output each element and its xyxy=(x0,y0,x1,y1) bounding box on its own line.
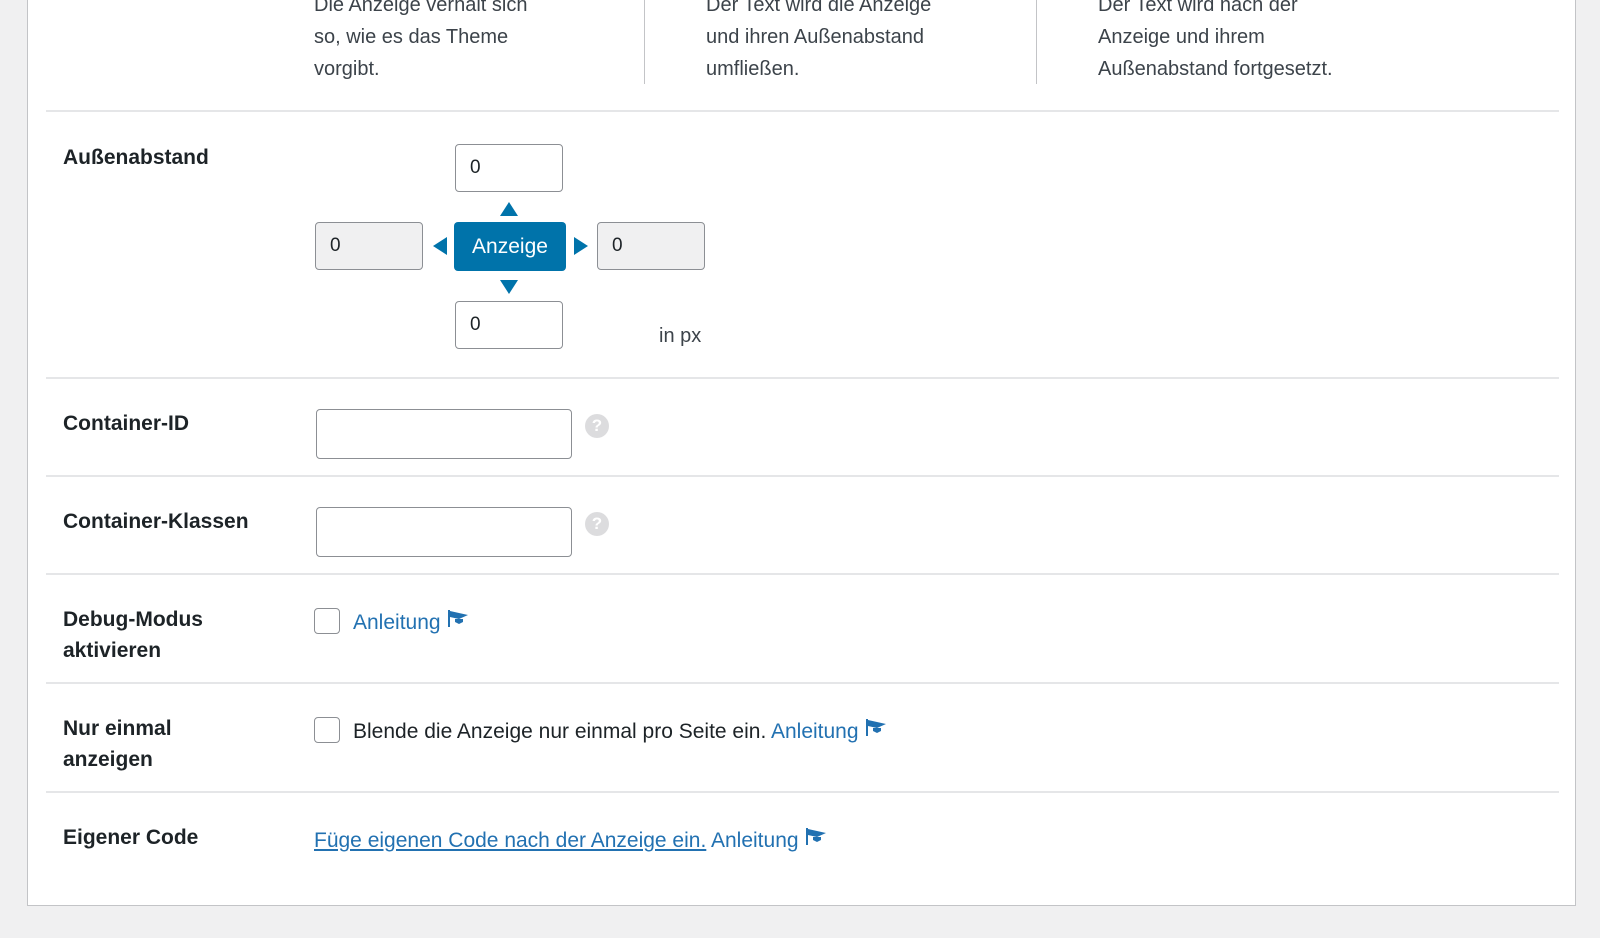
ad-settings-panel: Die Anzeige verhält sich so, wie es das … xyxy=(27,0,1576,906)
show-once-text: Blende die Anzeige nur einmal pro Seite … xyxy=(353,720,767,743)
debug-mode-checkbox[interactable] xyxy=(314,608,340,634)
row-divider xyxy=(46,682,1559,684)
margin-top-input[interactable]: 0 xyxy=(455,144,563,192)
container-id-input[interactable] xyxy=(316,409,572,459)
margin-right-input[interactable]: 0 xyxy=(597,222,705,270)
graduation-cap-icon xyxy=(865,715,887,745)
arrow-left-icon xyxy=(433,237,447,255)
container-classes-label: Container-Klassen xyxy=(63,510,249,533)
margin-label: Außenabstand xyxy=(63,146,209,169)
column-divider xyxy=(644,0,645,84)
show-once-checkbox[interactable] xyxy=(314,717,340,743)
arrow-up-icon xyxy=(500,202,518,216)
debug-mode-row: Anleitung xyxy=(353,606,469,638)
row-divider xyxy=(46,377,1559,379)
row-divider xyxy=(46,573,1559,575)
margin-bottom-input[interactable]: 0 xyxy=(455,301,563,349)
margin-unit: in px xyxy=(659,325,702,347)
container-id-label: Container-ID xyxy=(63,412,189,435)
container-classes-input[interactable] xyxy=(316,507,572,557)
row-divider xyxy=(46,110,1559,112)
add-custom-code-link[interactable]: Füge eigenen Code nach der Anzeige ein. xyxy=(314,829,706,852)
position-float-description: Der Text wird die Anzeige und ihren Auße… xyxy=(706,0,932,80)
position-default-description: Die Anzeige verhält sich so, wie es das … xyxy=(314,0,528,80)
arrow-down-icon xyxy=(500,280,518,294)
row-divider xyxy=(46,791,1559,793)
custom-code-label: Eigener Code xyxy=(63,826,199,849)
position-block-description: Der Text wird nach der Anzeige und ihrem… xyxy=(1098,0,1333,80)
custom-code-tutorial-link[interactable]: Anleitung xyxy=(711,829,799,852)
show-once-row: Blende die Anzeige nur einmal pro Seite … xyxy=(353,715,887,747)
arrow-right-icon xyxy=(574,237,588,255)
debug-mode-label: Debug-Modus aktivieren xyxy=(63,608,203,662)
graduation-cap-icon xyxy=(805,824,827,854)
help-icon[interactable]: ? xyxy=(585,414,609,438)
show-once-tutorial-link[interactable]: Anleitung xyxy=(771,720,859,743)
show-once-label: Nur einmal anzeigen xyxy=(63,717,172,771)
custom-code-row: Füge eigenen Code nach der Anzeige ein. … xyxy=(314,824,827,856)
margin-left-input[interactable]: 0 xyxy=(315,222,423,270)
column-divider xyxy=(1036,0,1037,84)
debug-tutorial-link[interactable]: Anleitung xyxy=(353,611,441,634)
help-icon[interactable]: ? xyxy=(585,512,609,536)
graduation-cap-icon xyxy=(447,606,469,636)
row-divider xyxy=(46,475,1559,477)
ad-preview-box: Anzeige xyxy=(454,222,566,271)
